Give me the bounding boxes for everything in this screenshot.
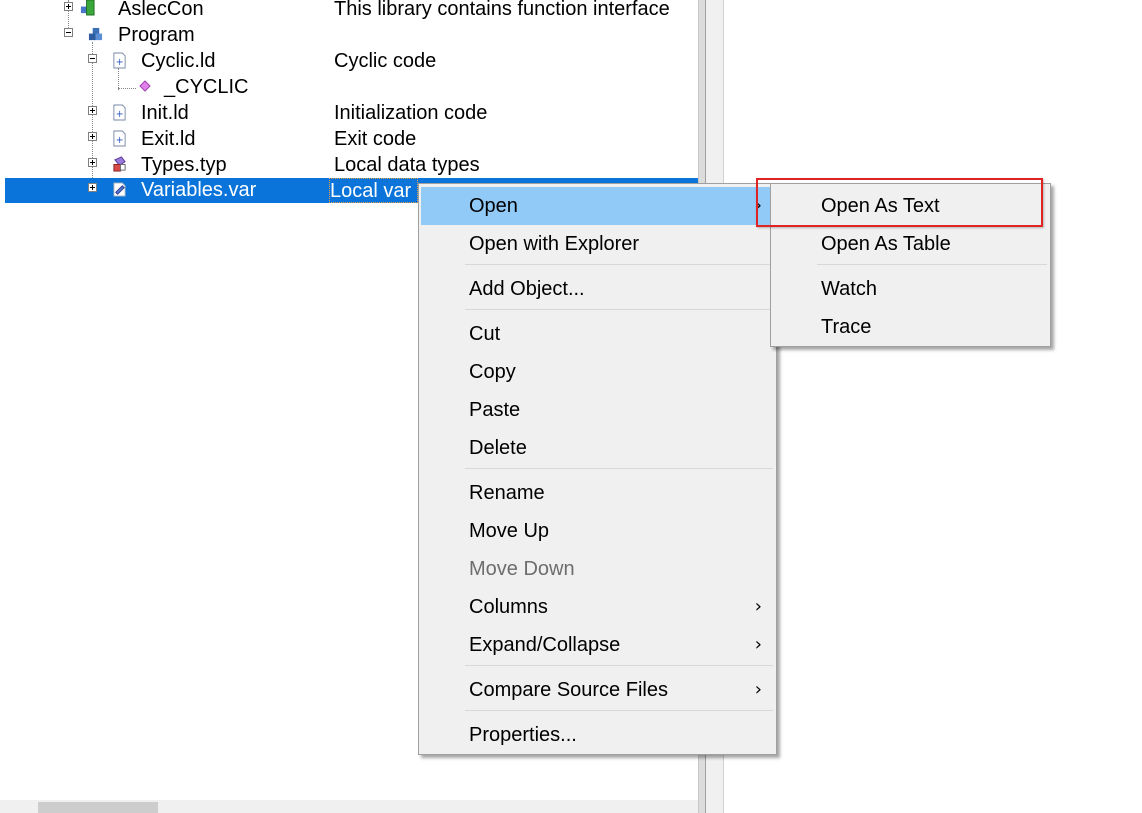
menu-item-label: Rename bbox=[469, 482, 545, 504]
chevron-right-icon: › bbox=[754, 679, 762, 700]
menu-separator bbox=[465, 264, 773, 265]
tree-row[interactable]: Types.typ Local data types bbox=[0, 153, 698, 179]
chevron-right-icon: › bbox=[754, 634, 762, 655]
menu-item-columns[interactable]: Columns › bbox=[421, 588, 774, 626]
menu-item-rename[interactable]: Rename bbox=[421, 474, 774, 512]
tree-row[interactable]: + Cyclic.ld Cyclic code bbox=[0, 49, 698, 75]
menu-item-label: Move Down bbox=[469, 558, 575, 580]
tree-item-name: Exit.ld bbox=[141, 128, 196, 150]
menu-item-label: Copy bbox=[469, 361, 516, 383]
svg-text:+: + bbox=[116, 57, 124, 68]
menu-item-copy[interactable]: Copy bbox=[421, 353, 774, 391]
tree-item-description: Exit code bbox=[334, 128, 417, 150]
menu-item-label: Delete bbox=[469, 437, 527, 459]
tree-item-description: Initialization code bbox=[334, 102, 488, 124]
menu-item-move-down: Move Down bbox=[421, 550, 774, 588]
chevron-right-icon: › bbox=[754, 596, 762, 617]
menu-item-add-object[interactable]: Add Object... bbox=[421, 270, 774, 308]
menu-separator bbox=[465, 665, 773, 666]
tree-item-name: Variables.var bbox=[141, 179, 257, 201]
collapse-minus-icon[interactable] bbox=[88, 54, 97, 63]
menu-item-compare-source-files[interactable]: Compare Source Files › bbox=[421, 671, 774, 709]
tree-row[interactable]: + Init.ld Initialization code bbox=[0, 101, 698, 127]
menu-item-cut[interactable]: Cut bbox=[421, 315, 774, 353]
task-diamond-icon bbox=[139, 80, 151, 92]
tree-item-description: Cyclic code bbox=[334, 50, 437, 72]
menu-separator bbox=[465, 468, 773, 469]
menu-item-label: Properties... bbox=[469, 724, 577, 746]
menu-item-label: Trace bbox=[821, 316, 872, 338]
menu-separator bbox=[465, 710, 773, 711]
menu-item-expand-collapse[interactable]: Expand/Collapse › bbox=[421, 626, 774, 664]
menu-item-label: Compare Source Files bbox=[469, 679, 668, 701]
menu-item-label: Open with Explorer bbox=[469, 233, 640, 255]
library-icon bbox=[80, 0, 95, 16]
menu-separator bbox=[817, 264, 1047, 265]
menu-item-move-up[interactable]: Move Up bbox=[421, 512, 774, 550]
expand-plus-icon[interactable] bbox=[88, 132, 97, 141]
tree-item-description: Local var bbox=[329, 178, 419, 203]
tree-item-name: AslecCon bbox=[118, 0, 204, 20]
menu-item-open[interactable]: Open › bbox=[421, 187, 774, 225]
scrollbar-thumb[interactable] bbox=[38, 802, 158, 813]
svg-text:+: + bbox=[116, 135, 124, 146]
variable-file-icon bbox=[113, 182, 126, 197]
tree-item-name: Program bbox=[118, 24, 195, 46]
datatype-file-icon bbox=[113, 156, 126, 172]
tree-row[interactable]: + Exit.ld Exit code bbox=[0, 127, 698, 153]
expand-plus-icon[interactable] bbox=[88, 183, 97, 192]
collapse-minus-icon[interactable] bbox=[64, 28, 73, 37]
expand-plus-icon[interactable] bbox=[88, 158, 97, 167]
menu-item-label: Open bbox=[469, 195, 518, 217]
context-menu: Open › Open with Explorer Add Object... … bbox=[418, 183, 777, 755]
menu-item-label: Cut bbox=[469, 323, 501, 345]
menu-item-label: Watch bbox=[821, 278, 877, 300]
menu-item-delete[interactable]: Delete bbox=[421, 429, 774, 467]
tree-item-description: This library contains function interface bbox=[334, 0, 670, 20]
tree-row[interactable]: AslecCon This library contains function … bbox=[0, 0, 698, 23]
program-package-icon bbox=[88, 27, 103, 41]
tree-item-name: Cyclic.ld bbox=[141, 50, 216, 72]
menu-item-label: Add Object... bbox=[469, 278, 585, 300]
menu-item-label: Columns bbox=[469, 596, 548, 618]
ladder-file-icon: + bbox=[113, 104, 126, 121]
expand-plus-icon[interactable] bbox=[64, 2, 73, 11]
submenu-item-watch[interactable]: Watch bbox=[773, 270, 1048, 308]
menu-item-open-with-explorer[interactable]: Open with Explorer bbox=[421, 225, 774, 263]
horizontal-scrollbar[interactable] bbox=[0, 800, 698, 813]
menu-item-label: Expand/Collapse bbox=[469, 634, 621, 656]
tree-row[interactable]: _CYCLIC bbox=[0, 75, 698, 101]
svg-text:+: + bbox=[116, 109, 124, 120]
menu-item-properties[interactable]: Properties... bbox=[421, 716, 774, 754]
menu-item-paste[interactable]: Paste bbox=[421, 391, 774, 429]
tree-item-name: _CYCLIC bbox=[164, 76, 249, 98]
submenu-item-open-as-table[interactable]: Open As Table bbox=[773, 225, 1048, 263]
menu-item-label: Open As Table bbox=[821, 233, 951, 255]
menu-separator bbox=[465, 309, 773, 310]
menu-item-label: Move Up bbox=[469, 520, 550, 542]
tree-item-name: Init.ld bbox=[141, 102, 189, 124]
tree-row[interactable]: Program bbox=[0, 23, 698, 49]
ladder-file-icon: + bbox=[113, 130, 126, 147]
tree-item-description: Local data types bbox=[334, 154, 480, 176]
menu-item-label: Paste bbox=[469, 399, 521, 421]
annotation-highlight-box bbox=[756, 178, 1043, 227]
expand-plus-icon[interactable] bbox=[88, 106, 97, 115]
tree-item-name: Types.typ bbox=[141, 154, 227, 176]
ladder-file-icon: + bbox=[113, 52, 126, 69]
submenu-item-trace[interactable]: Trace bbox=[773, 308, 1048, 346]
